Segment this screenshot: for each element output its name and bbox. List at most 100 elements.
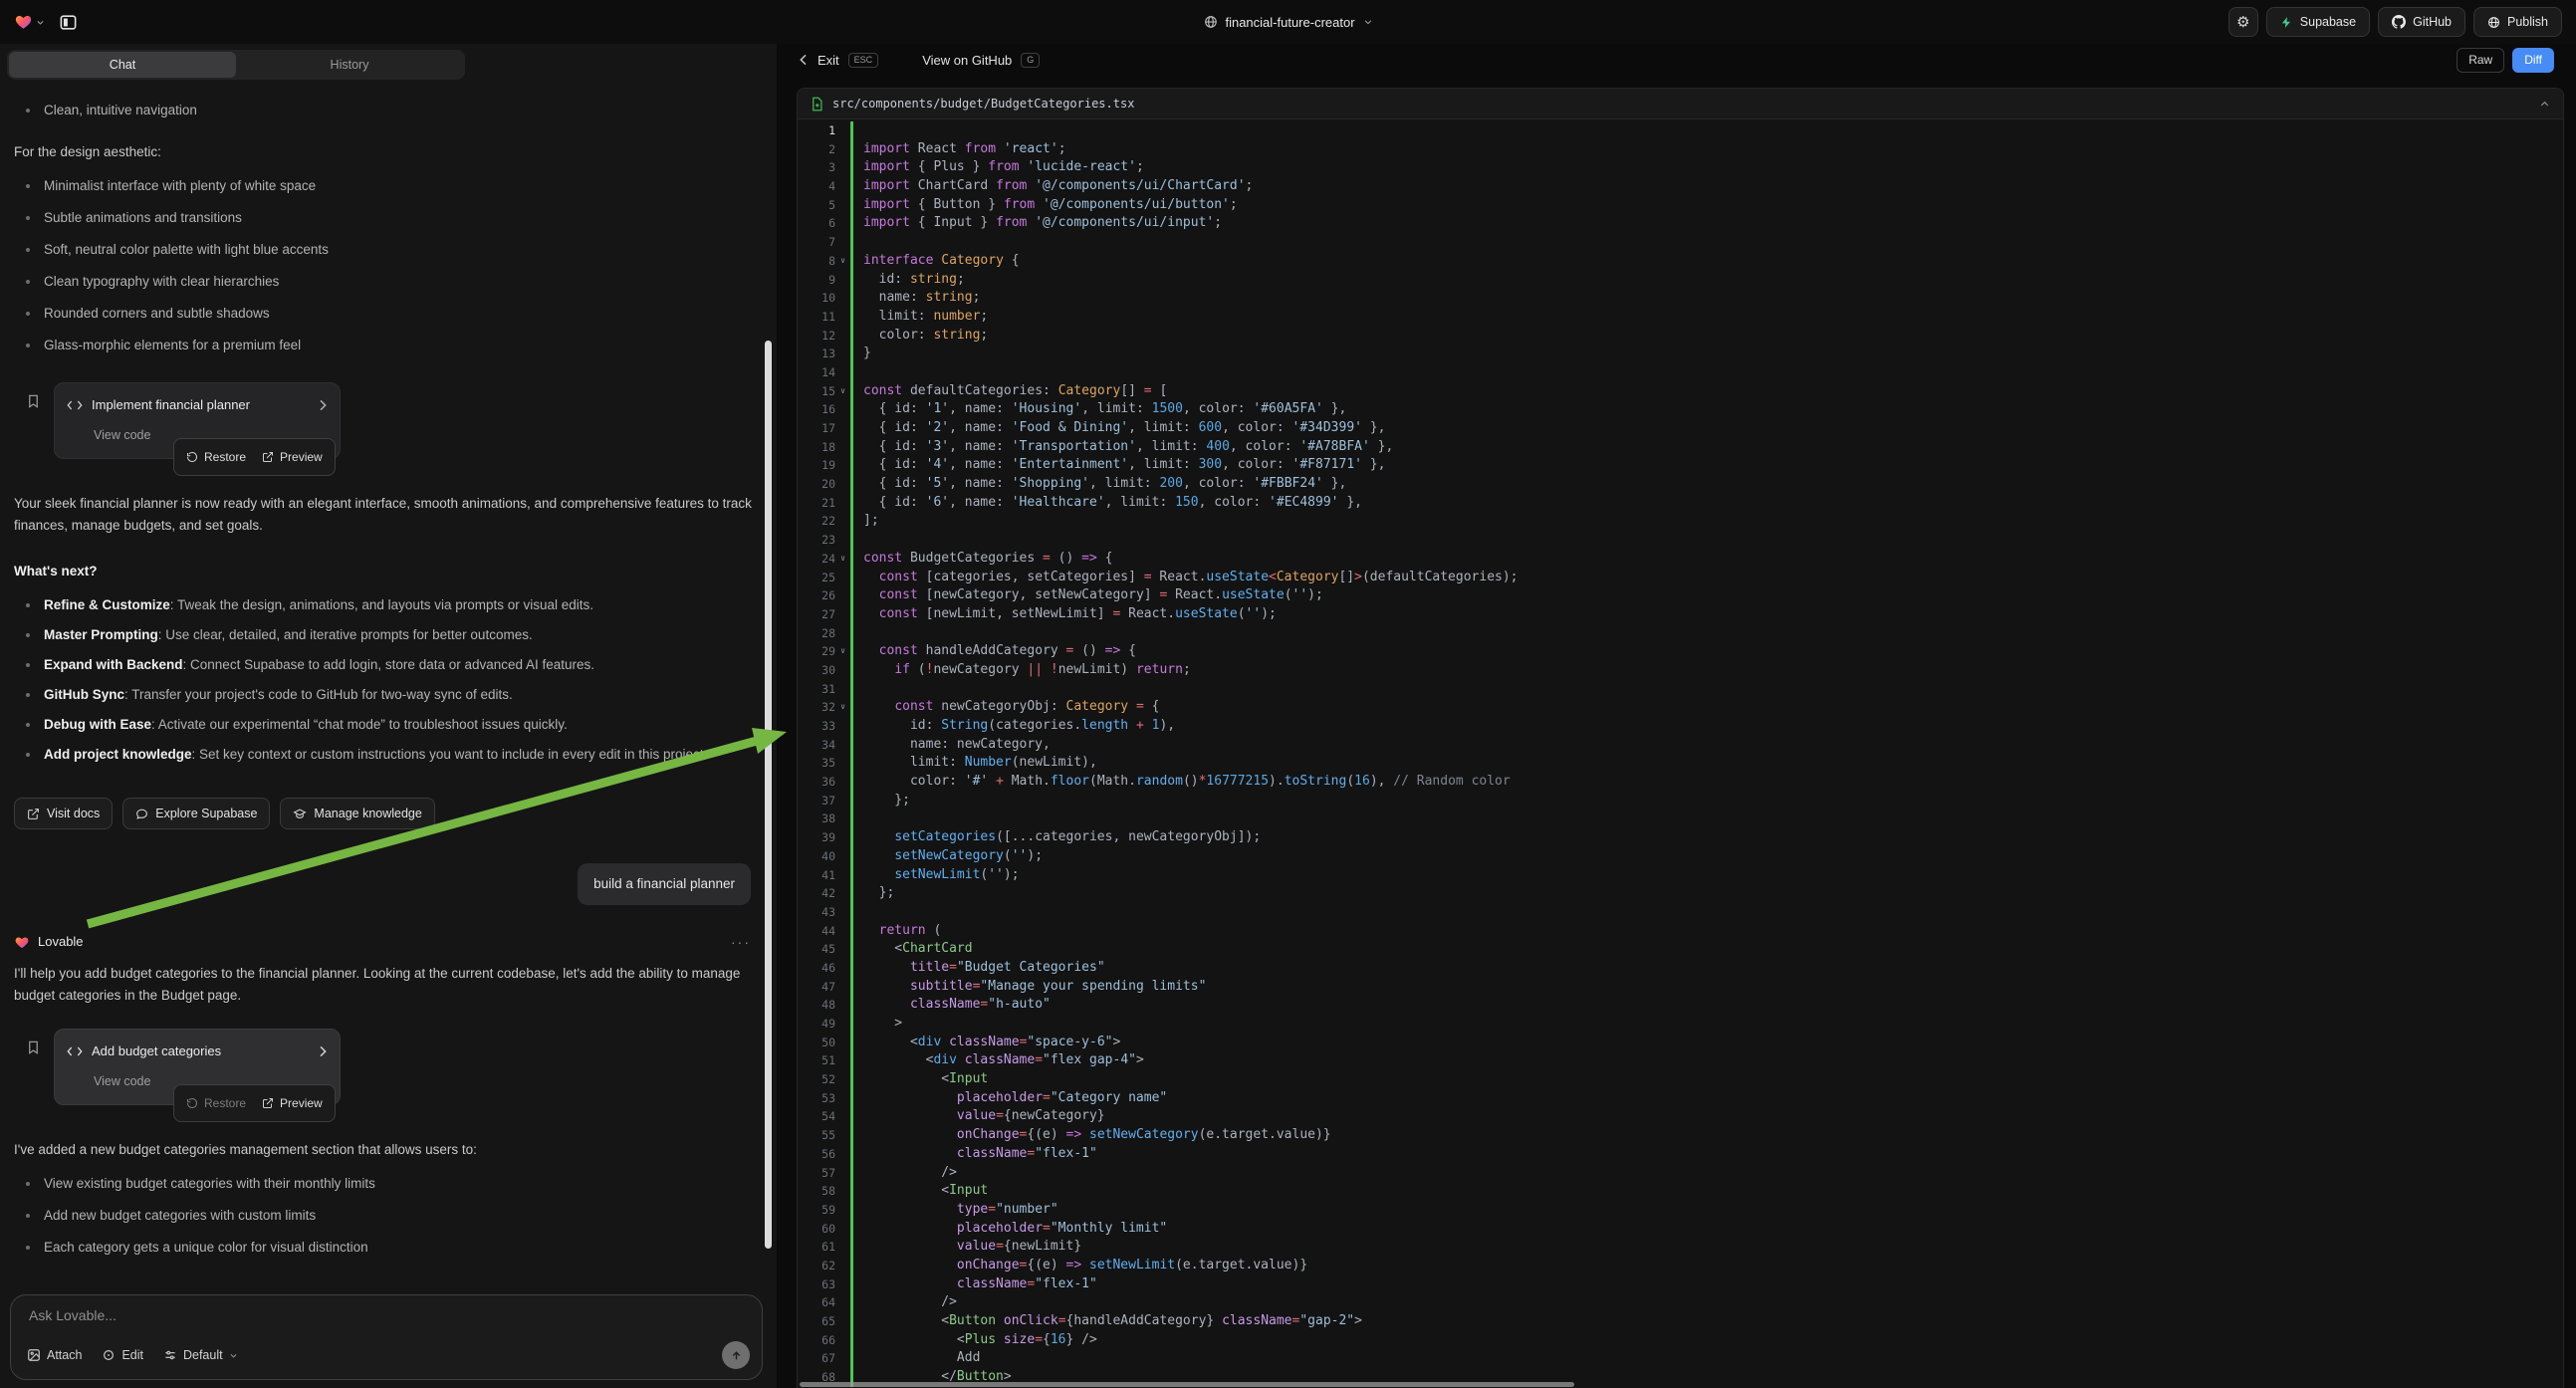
list-item: Clean, intuitive navigation xyxy=(14,100,759,121)
chat-scroll-area[interactable]: Clean, intuitive navigation For the desi… xyxy=(0,80,777,1346)
code-line: 6import { Input } from '@/components/ui/… xyxy=(798,214,2563,233)
list-item: GitHub Sync: Transfer your project's cod… xyxy=(14,684,759,706)
publish-button[interactable]: Publish xyxy=(2473,7,2562,37)
sliders-icon xyxy=(163,1348,177,1362)
chevron-down-icon xyxy=(36,18,45,27)
chevron-down-icon xyxy=(1363,17,1373,27)
supabase-icon xyxy=(2280,16,2293,29)
lovable-logo-menu[interactable] xyxy=(14,13,45,31)
diff-button[interactable]: Diff xyxy=(2512,48,2554,73)
supabase-button[interactable]: Supabase xyxy=(2266,7,2370,37)
file-path: src/components/budget/BudgetCategories.t… xyxy=(832,97,1134,111)
list-item: Soft, neutral color palette with light b… xyxy=(14,239,759,261)
attach-button[interactable]: Attach xyxy=(27,1348,82,1362)
code-line: 60 placeholder="Monthly limit" xyxy=(798,1220,2563,1239)
exit-button[interactable]: Exit xyxy=(818,53,839,68)
code-panel: Exit ESC View on GitHub G Raw Diff src/c… xyxy=(777,44,2576,1388)
code-line: 27 const [newLimit, setNewLimit] = React… xyxy=(798,605,2563,624)
send-button[interactable] xyxy=(722,1341,750,1369)
explore-supabase-button[interactable]: Explore Supabase xyxy=(122,798,270,829)
code-line: 32∨ const newCategoryObj: Category = { xyxy=(798,698,2563,717)
code-line: 16 { id: '1', name: 'Housing', limit: 15… xyxy=(798,400,2563,419)
code-line: 55 onChange={(e) => setNewCategory(e.tar… xyxy=(798,1126,2563,1145)
code-line: 38 xyxy=(798,810,2563,828)
code-horizontal-scrollbar[interactable] xyxy=(800,1382,1574,1387)
code-line: 49 > xyxy=(798,1015,2563,1034)
code-line: 59 type="number" xyxy=(798,1201,2563,1220)
image-icon xyxy=(27,1348,41,1362)
g-key-badge: G xyxy=(1021,53,1040,68)
collapse-chevron-up-icon[interactable] xyxy=(2539,99,2550,110)
panel-toggle-button[interactable] xyxy=(59,13,78,32)
chat-composer: Attach Edit Default xyxy=(10,1294,763,1380)
view-on-github-button[interactable]: View on GitHub xyxy=(922,53,1012,68)
list-item: Minimalist interface with plenty of whit… xyxy=(14,175,759,197)
code-line: 1 xyxy=(798,121,2563,140)
github-label: GitHub xyxy=(2413,15,2452,29)
preview-button[interactable]: Preview xyxy=(262,1092,323,1114)
code-line: 31 xyxy=(798,680,2563,699)
target-icon xyxy=(102,1348,116,1362)
help-paragraph: I'll help you add budget categories to t… xyxy=(14,963,756,1007)
code-line: 56 className="flex-1" xyxy=(798,1145,2563,1164)
code-line: 21 { id: '6', name: 'Healthcare', limit:… xyxy=(798,494,2563,513)
code-line: 46 title="Budget Categories" xyxy=(798,959,2563,978)
code-line: 61 value={newLimit} xyxy=(798,1238,2563,1257)
tab-chat[interactable]: Chat xyxy=(9,52,236,78)
restore-button[interactable]: Restore xyxy=(186,446,246,468)
mode-selector[interactable]: Default xyxy=(163,1348,238,1362)
raw-button[interactable]: Raw xyxy=(2457,48,2504,73)
chat-scrollbar-thumb[interactable] xyxy=(765,341,772,1249)
code-line: 22]; xyxy=(798,512,2563,531)
version-card-title: Add budget categories xyxy=(92,1041,309,1062)
github-button[interactable]: GitHub xyxy=(2378,7,2465,37)
code-line: 24∨const BudgetCategories = () => { xyxy=(798,550,2563,569)
code-line: 43 xyxy=(798,903,2563,922)
bookmark-icon[interactable] xyxy=(26,1039,41,1056)
version-card-title: Implement financial planner xyxy=(92,394,309,416)
edit-select-button[interactable]: Edit xyxy=(102,1348,143,1362)
code-editor[interactable]: 12import React from 'react';3import { Pl… xyxy=(798,119,2563,1388)
chevron-left-icon xyxy=(799,54,809,66)
code-line: 25 const [categories, setCategories] = R… xyxy=(798,569,2563,587)
restore-preview-pill: Restore Preview xyxy=(173,438,336,476)
code-lines: 12import React from 'react';3import { Pl… xyxy=(798,121,2563,1387)
list-item: Each category gets a unique color for vi… xyxy=(14,1237,759,1259)
globe-icon xyxy=(1203,15,1217,29)
raw-diff-toggle: Raw Diff xyxy=(2457,48,2554,73)
chat-history-tabs: Chat History xyxy=(7,50,465,80)
chat-input-field[interactable] xyxy=(29,1307,705,1323)
code-icon xyxy=(67,1045,83,1057)
restore-button[interactable]: Restore xyxy=(186,1092,246,1114)
ready-paragraph: Your sleek financial planner is now read… xyxy=(14,493,756,537)
bookmark-icon[interactable] xyxy=(26,392,41,410)
restore-preview-pill: Restore Preview xyxy=(173,1084,336,1122)
message-menu-button[interactable]: ··· xyxy=(731,931,763,953)
manage-knowledge-button[interactable]: Manage knowledge xyxy=(280,798,434,829)
list-item: Debug with Ease: Activate our experiment… xyxy=(14,714,759,736)
tab-history[interactable]: History xyxy=(236,52,463,78)
settings-button[interactable]: ⚙ xyxy=(2228,7,2258,37)
code-line: 7 xyxy=(798,233,2563,252)
code-line: 11 limit: number; xyxy=(798,308,2563,327)
preview-button[interactable]: Preview xyxy=(262,446,323,468)
code-line: 58 <Input xyxy=(798,1182,2563,1201)
publish-globe-icon xyxy=(2487,16,2500,29)
code-line: 3import { Plus } from 'lucide-react'; xyxy=(798,158,2563,177)
arrow-up-icon xyxy=(730,1349,743,1362)
code-line: 26 const [newCategory, setNewCategory] =… xyxy=(798,586,2563,605)
code-line: 51 <div className="flex gap-4"> xyxy=(798,1051,2563,1070)
list-item: View existing budget categories with the… xyxy=(14,1173,759,1195)
knowledge-icon xyxy=(293,808,307,820)
restore-icon xyxy=(186,1097,198,1109)
gear-icon: ⚙ xyxy=(2236,15,2249,30)
top-bar: financial-future-creator ⚙ Supabase GitH… xyxy=(0,0,2576,44)
visit-docs-button[interactable]: Visit docs xyxy=(14,798,113,829)
code-line: 18 { id: '3', name: 'Transportation', li… xyxy=(798,438,2563,457)
topbar-left xyxy=(14,13,78,32)
assistant-name: Lovable xyxy=(38,931,84,953)
file-header[interactable]: src/components/budget/BudgetCategories.t… xyxy=(798,89,2563,119)
project-switcher[interactable]: financial-future-creator xyxy=(1203,0,1372,44)
whats-next-heading: What's next? xyxy=(14,561,763,582)
added-paragraph: I've added a new budget categories manag… xyxy=(14,1139,756,1161)
